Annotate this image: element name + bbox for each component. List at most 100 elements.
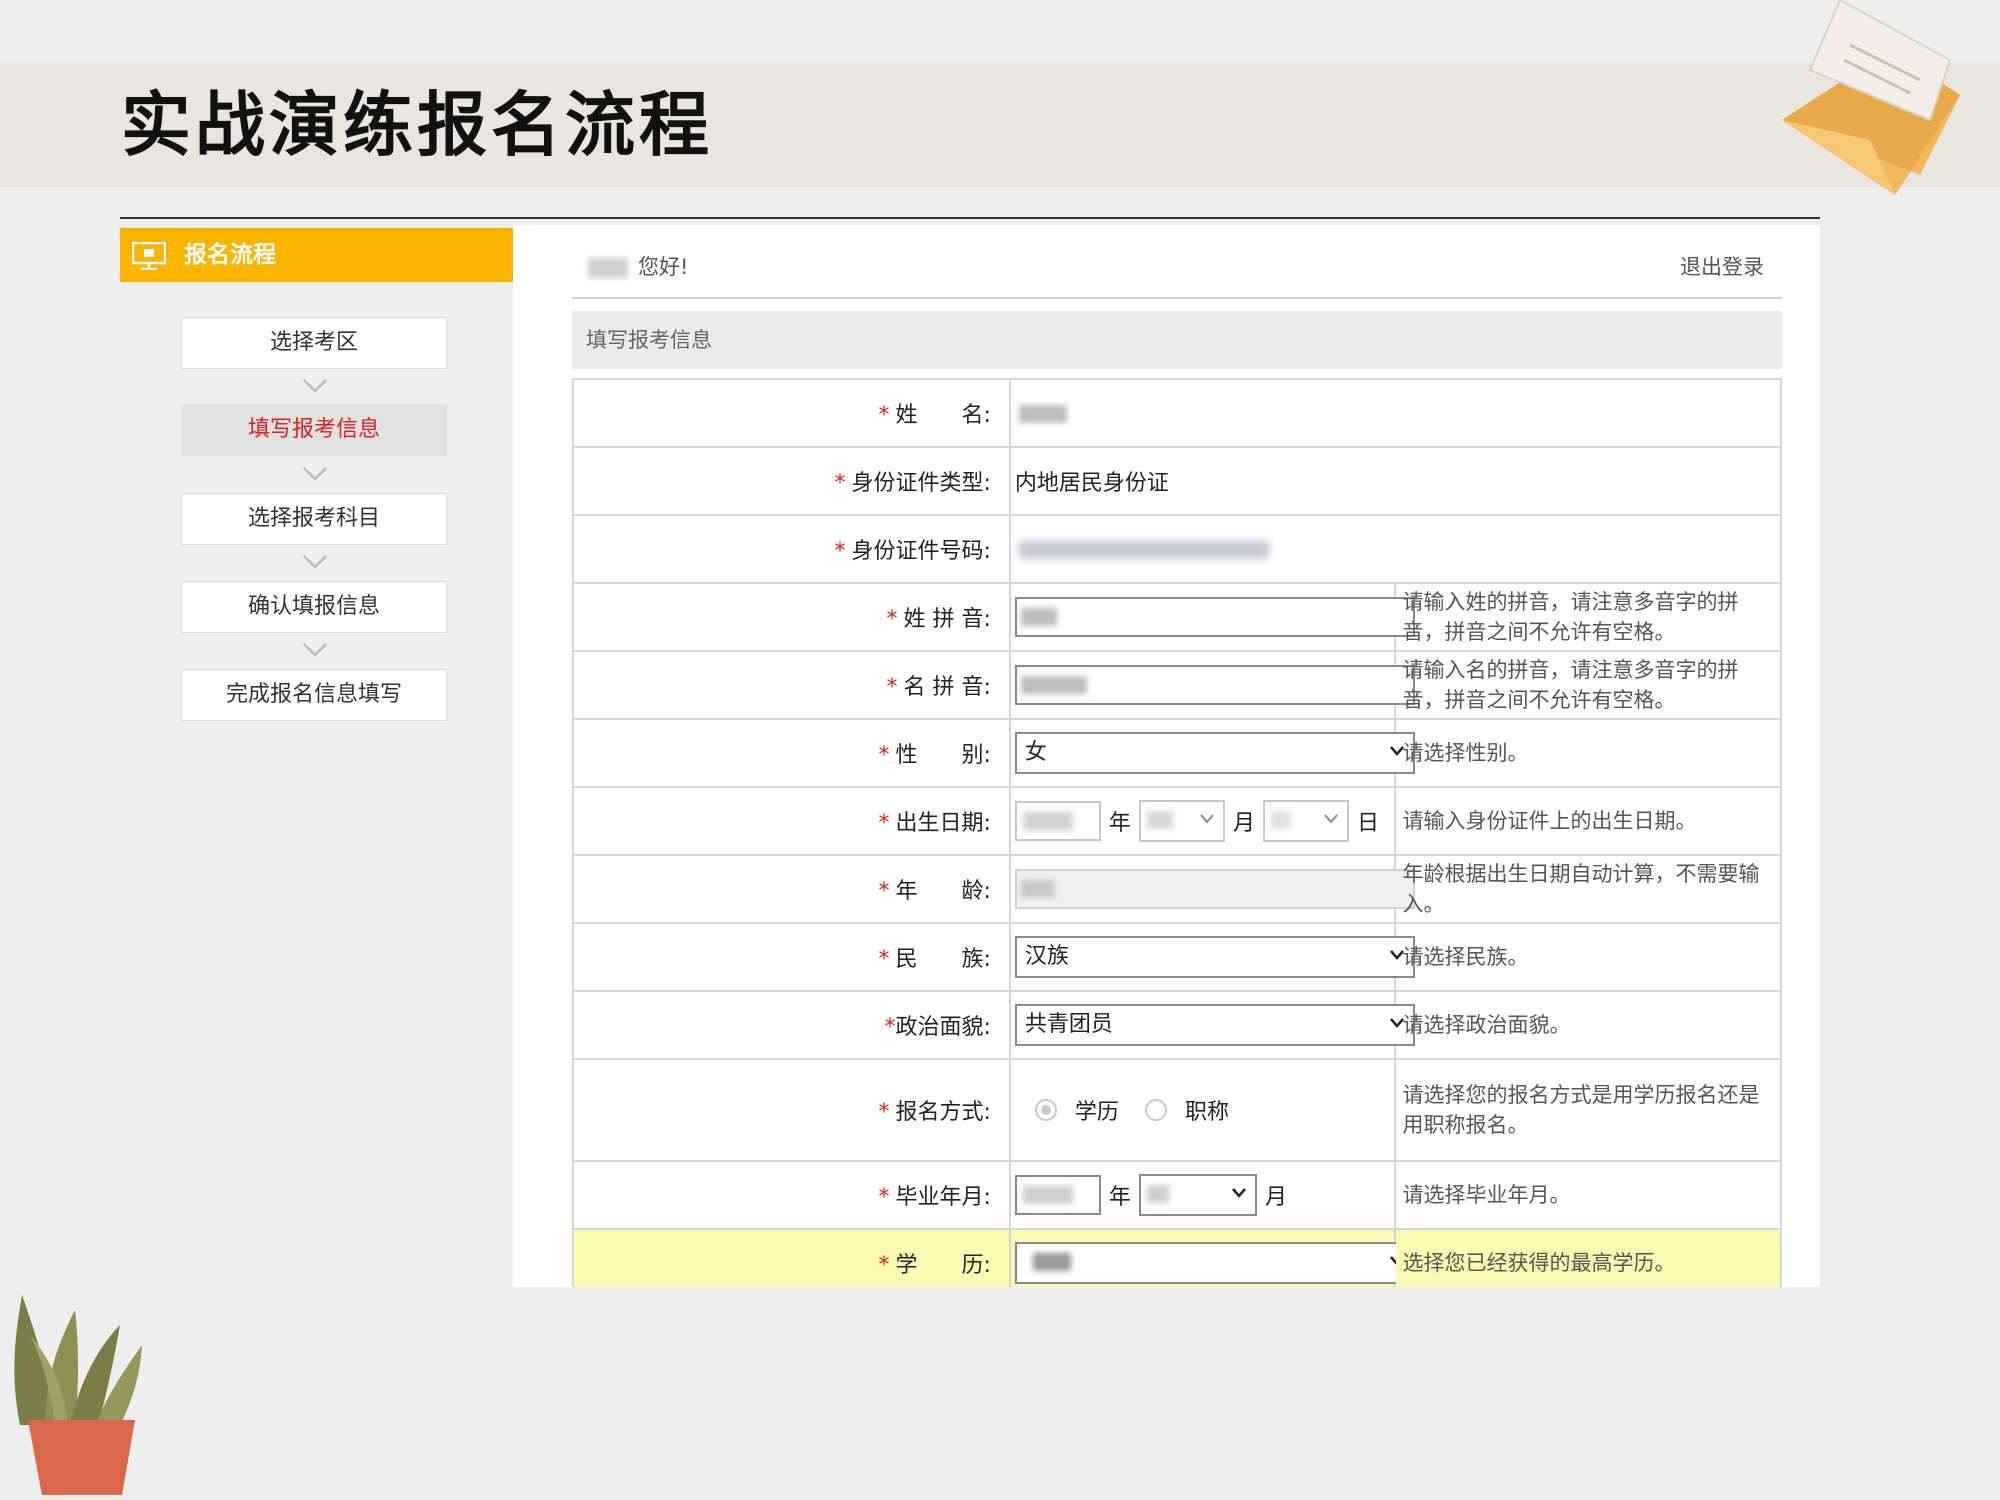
edu-hint: 选择您已经获得的最高学历。 <box>1394 1228 1782 1287</box>
sidebar-header: 报名流程 <box>120 228 513 282</box>
method-title-radio[interactable] <box>1144 1099 1167 1121</box>
redacted-value <box>1022 812 1073 830</box>
redacted-value <box>1022 1186 1073 1204</box>
age-label: * 年 龄: <box>572 854 1011 924</box>
form-row-id-number: * 身份证件号码: <box>572 514 1783 584</box>
header-divider <box>572 297 1782 299</box>
given-pinyin-label: * 名 拼 音: <box>572 650 1011 720</box>
redacted-value <box>1146 1185 1169 1203</box>
day-unit: 日 <box>1356 811 1379 836</box>
gender-label: * 性 别: <box>572 718 1011 788</box>
birth-day-select[interactable] <box>1262 800 1349 842</box>
surname-pinyin-hint: 请输入姓的拼音，请注意多音字的拼音，拼音之间不允许有空格。 <box>1394 582 1782 652</box>
slide-title: 实战演练报名流程 <box>121 84 713 166</box>
grad-label: * 毕业年月: <box>572 1160 1011 1230</box>
birth-hint: 请输入身份证件上的出生日期。 <box>1394 786 1782 856</box>
redacted-value <box>1020 880 1055 898</box>
section-title: 填写报考信息 <box>572 311 1782 369</box>
form-row-surname-pinyin: * 姓 拼 音: 请输入姓的拼音，请注意多音字的拼音，拼音之间不允许有空格。 <box>572 582 1782 652</box>
redacted-name <box>1018 404 1067 423</box>
id-number-label: * 身份证件号码: <box>572 514 1011 584</box>
sidebar: 报名流程 选择考区 填写报考信息 选择报考科目 确认填报信息 完成报名信息填写 <box>120 225 513 1287</box>
redacted-value <box>1146 811 1173 829</box>
education-select[interactable] <box>1014 1242 1415 1284</box>
gender-cell: 女 <box>1008 718 1415 788</box>
form-row-political-status: *政治面貌: 共青团员 请选择政治面貌。 <box>572 990 1782 1060</box>
grad-hint: 请选择毕业年月。 <box>1394 1160 1782 1230</box>
redacted-value <box>1032 1253 1071 1271</box>
given-pinyin-hint: 请输入名的拼音，请注意多音字的拼音，拼音之间不允许有空格。 <box>1394 650 1782 720</box>
year-unit: 年 <box>1108 1185 1131 1210</box>
step-select-exam-area[interactable]: 选择考区 <box>181 317 447 369</box>
method-cell: 学历 职称 <box>1008 1058 1397 1162</box>
month-unit: 月 <box>1264 1185 1287 1210</box>
ethnicity-cell: 汉族 <box>1008 922 1415 992</box>
redacted-username <box>588 258 628 278</box>
step-confirm-info[interactable]: 确认填报信息 <box>181 581 447 633</box>
method-education-label: 学历 <box>1074 1100 1119 1125</box>
surname-pinyin-label: * 姓 拼 音: <box>572 582 1011 652</box>
edu-label: * 学 历: <box>572 1228 1011 1287</box>
method-title-label: 职称 <box>1184 1100 1229 1125</box>
id-type-value: 内地居民身份证 <box>1008 446 1783 516</box>
form-row-given-pinyin: * 名 拼 音: 请输入名的拼音，请注意多音字的拼音，拼音之间不允许有空格。 <box>572 650 1782 720</box>
ethnicity-hint: 请选择民族。 <box>1394 922 1782 992</box>
form-row-birth-date: * 出生日期: 年 月 日 请输入身份证件上的出生日期。 <box>572 786 1782 856</box>
political-label: *政治面貌: <box>572 990 1011 1060</box>
id-number-value <box>1008 514 1783 584</box>
political-cell: 共青团员 <box>1008 990 1415 1060</box>
chevron-down-icon <box>303 643 327 657</box>
political-select[interactable]: 共青团员 <box>1014 1004 1415 1046</box>
redacted-value <box>1020 608 1057 626</box>
step-fill-info[interactable]: 填写报考信息 <box>181 404 447 456</box>
grad-year-input[interactable] <box>1014 1175 1101 1215</box>
envelope-icon <box>1782 0 1960 195</box>
redacted-value <box>1020 676 1087 694</box>
surname-pinyin-input[interactable] <box>1014 597 1415 637</box>
method-education-radio[interactable] <box>1034 1099 1057 1121</box>
step-select-subjects[interactable]: 选择报考科目 <box>181 493 447 545</box>
form-row-gender: * 性 别: 女 请选择性别。 <box>572 718 1782 788</box>
form-row-ethnicity: * 民 族: 汉族 请选择民族。 <box>572 922 1782 992</box>
logout-link[interactable]: 退出登录 <box>1680 251 1764 281</box>
ethnicity-selected-value: 汉族 <box>1024 944 1069 969</box>
screenshot-frame: 报名流程 选择考区 填写报考信息 选择报考科目 确认填报信息 完成报名信息填写 … <box>120 225 1820 1287</box>
ethnicity-select[interactable]: 汉族 <box>1014 936 1415 978</box>
form-row-age: * 年 龄: 年龄根据出生日期自动计算，不需要输入。 <box>572 854 1782 924</box>
political-hint: 请选择政治面貌。 <box>1394 990 1782 1060</box>
birth-year-input[interactable] <box>1014 801 1101 841</box>
age-input <box>1014 869 1415 909</box>
method-label: * 报名方式: <box>572 1058 1011 1162</box>
method-hint: 请选择您的报名方式是用学历报名还是用职称报名。 <box>1394 1058 1782 1162</box>
birth-cell: 年 月 日 <box>1008 786 1397 856</box>
given-pinyin-input[interactable] <box>1014 665 1415 705</box>
name-label: * 姓 名: <box>572 378 1011 448</box>
grad-cell: 年 月 <box>1008 1160 1397 1230</box>
form-row-application-method: * 报名方式: 学历 职称 请选择您的报名方式是用学历报名还是用职称报名。 <box>572 1058 1782 1162</box>
sidebar-header-label: 报名流程 <box>184 242 276 268</box>
id-type-label: * 身份证件类型: <box>572 446 1011 516</box>
age-cell <box>1008 854 1415 924</box>
form-row-graduation: * 毕业年月: 年 月 请选择毕业年月。 <box>572 1160 1782 1230</box>
redacted-id-number <box>1018 540 1269 559</box>
form-row-name: * 姓 名: <box>572 378 1783 448</box>
monitor-icon <box>132 242 166 270</box>
month-unit: 月 <box>1232 811 1255 836</box>
chevron-down-icon <box>303 555 327 569</box>
birth-month-select[interactable] <box>1138 800 1225 842</box>
gender-select[interactable]: 女 <box>1014 732 1415 774</box>
year-unit: 年 <box>1108 811 1131 836</box>
political-selected-value: 共青团员 <box>1024 1012 1113 1037</box>
ethnicity-label: * 民 族: <box>572 922 1011 992</box>
chevron-down-icon <box>303 379 327 393</box>
step-complete[interactable]: 完成报名信息填写 <box>181 669 447 721</box>
main-panel: 您好! 退出登录 填写报考信息 * 姓 名: * 身份证件类型: 内地居民身份证 *… <box>530 225 1820 1287</box>
grad-month-select[interactable] <box>1138 1174 1257 1216</box>
application-form: * 姓 名: * 身份证件类型: 内地居民身份证 * 身份证件号码: * 姓 拼 音: <box>572 378 1783 1287</box>
greeting-text: 您好! <box>638 255 689 279</box>
chevron-down-icon <box>303 467 327 481</box>
birth-label: * 出生日期: <box>572 786 1011 856</box>
chevron-down-icon <box>1200 814 1214 824</box>
given-pinyin-cell <box>1008 650 1415 720</box>
chevron-down-icon <box>1231 1188 1246 1198</box>
